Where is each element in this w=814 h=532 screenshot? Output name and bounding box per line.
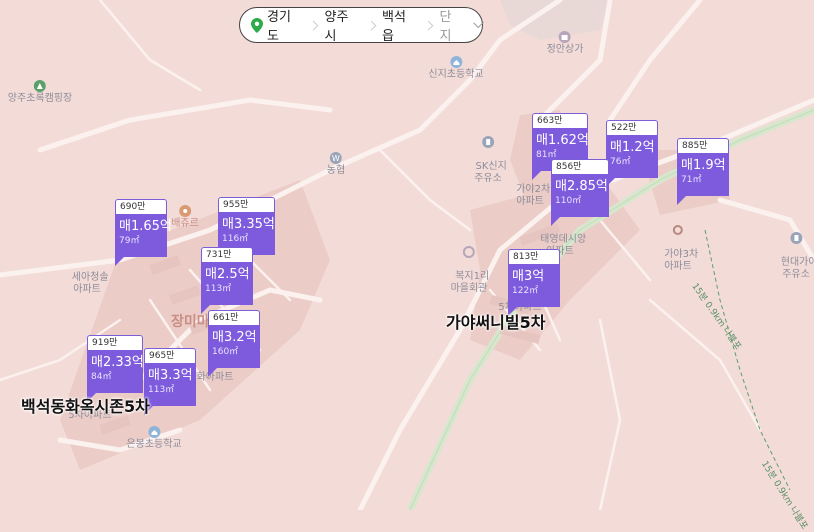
cafe-icon [178,205,191,217]
breadcrumb-province[interactable]: 경기도 [267,6,308,44]
listing-marker[interactable]: 661만 매3.2억 160㎡ [208,310,260,377]
listing-marker[interactable]: 813만 매3억 122㎡ [508,249,560,316]
poi-cafe-bonjour[interactable]: 배쥬르 [171,205,199,230]
poi-shop-jeongan[interactable]: 정안상가 [547,31,583,56]
listing-marker[interactable]: 856만 매2.85억 110㎡ [551,159,609,226]
shop-icon [559,31,571,43]
listing-marker[interactable]: 731만 매2.5억 113㎡ [201,247,253,314]
listing-marker[interactable]: 522만 매1.2억 76㎡ [606,120,658,187]
camping-icon [34,80,46,92]
apartment-icon [672,224,684,236]
breadcrumb-city[interactable]: 양주시 [325,6,366,44]
poi-apt-seah[interactable]: 세아청솔 아파트 [65,260,109,296]
poi-gas-hyundai[interactable]: 현대가야 주유소 [774,208,814,281]
listing-marker[interactable]: 919만 매2.33억 84㎡ [87,335,144,402]
poi-school-sinji[interactable]: 신지초등학교 [428,56,484,81]
school-icon [449,56,462,68]
breadcrumb-town[interactable]: 백석읍 [382,6,423,44]
chevron-right-icon [423,20,434,30]
school-icon [147,426,160,438]
chevron-down-icon[interactable] [472,17,484,29]
community-icon [462,246,475,258]
poi-community-hall[interactable]: 복지1리 마을회관 [449,222,489,295]
poi-gas-sk[interactable]: SK신지 주유소 [469,112,507,185]
listing-marker[interactable]: 965만 매3.3억 113㎡ [144,348,196,415]
listing-marker[interactable]: 885만 매1.9억 71㎡ [677,138,729,205]
area-label-jangmi: 장미마 [171,314,210,330]
chevron-right-icon [308,20,319,30]
complex-label-baekseok-donghwa[interactable]: 백석동화옥시존5차 [21,393,150,417]
poi-apt-gaya3[interactable]: 가야3차 아파트 [658,200,698,273]
bank-icon: W [330,152,342,164]
breadcrumb-complex-select[interactable]: 단지 [440,6,470,44]
listing-marker[interactable]: 690만 매1.65억 79㎡ [115,199,172,266]
gas-station-icon [481,136,494,148]
complex-label-gaya-sunnyville[interactable]: 가야써니빌5차 [446,309,545,333]
poi-bank-nonghyup[interactable]: W 농협 [327,152,345,177]
svg-text:W: W [332,154,340,163]
poi-school-eunbong[interactable]: 은봉초등학교 [126,426,182,451]
gas-station-icon [789,232,802,244]
region-breadcrumb[interactable]: 경기도 양주시 백석읍 단지 [239,6,484,44]
chevron-right-icon [365,20,376,30]
location-pin-icon [251,17,263,33]
poi-camping[interactable]: 양주초록캠핑장 [8,80,72,105]
